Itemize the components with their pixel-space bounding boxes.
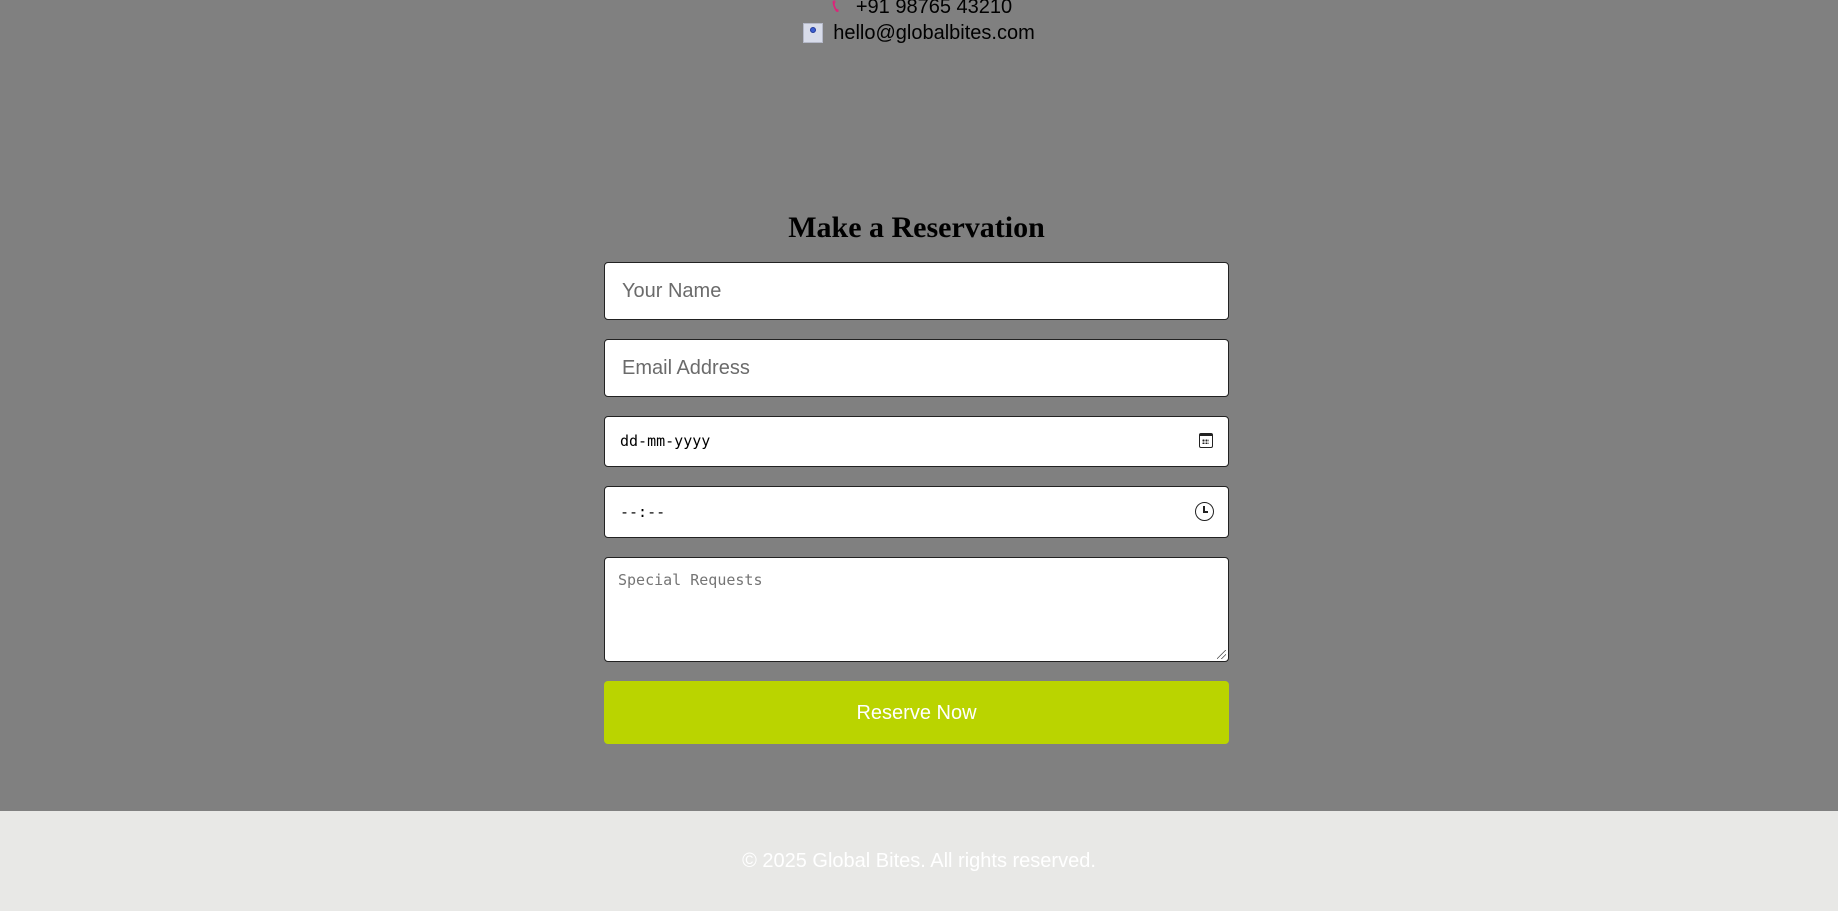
footer-copyright: © 2025 Global Bites. All rights reserved… bbox=[742, 850, 1096, 872]
name-placeholder: Your Name bbox=[622, 280, 722, 302]
footer: © 2025 Global Bites. All rights reserved… bbox=[0, 811, 1838, 911]
contact-info: 📞︎ +91 98765 43210 hello@globalbites.com bbox=[0, 0, 1838, 46]
reservation-title: Make a Reservation bbox=[788, 211, 1045, 244]
time-placeholder: --:-- bbox=[620, 503, 666, 521]
clock-icon[interactable] bbox=[1195, 502, 1214, 521]
contact-email-row: hello@globalbites.com bbox=[0, 20, 1838, 46]
date-placeholder: dd-mm-yyyy bbox=[620, 432, 711, 450]
name-input[interactable]: Your Name bbox=[604, 262, 1229, 320]
reserve-now-button[interactable]: Reserve Now bbox=[604, 681, 1229, 744]
resize-handle-icon[interactable] bbox=[1217, 650, 1226, 659]
special-requests-placeholder: Special Requests bbox=[618, 571, 763, 589]
contact-phone: +91 98765 43210 bbox=[855, 0, 1013, 18]
email-input[interactable]: Email Address bbox=[604, 339, 1229, 397]
contact-phone-row: 📞︎ +91 98765 43210 bbox=[0, 0, 1838, 20]
date-input[interactable]: dd-mm-yyyy bbox=[604, 416, 1229, 467]
phone-icon: 📞︎ bbox=[832, 0, 840, 17]
special-requests-textarea[interactable]: Special Requests bbox=[604, 557, 1229, 662]
contact-email: hello@globalbites.com bbox=[833, 22, 1035, 44]
time-input[interactable]: --:-- bbox=[604, 486, 1229, 538]
email-icon bbox=[803, 23, 824, 43]
calendar-icon[interactable] bbox=[1199, 433, 1213, 448]
email-placeholder: Email Address bbox=[622, 357, 750, 379]
reservation-form: Make a Reservation Your Name Email Addre… bbox=[604, 206, 1229, 744]
